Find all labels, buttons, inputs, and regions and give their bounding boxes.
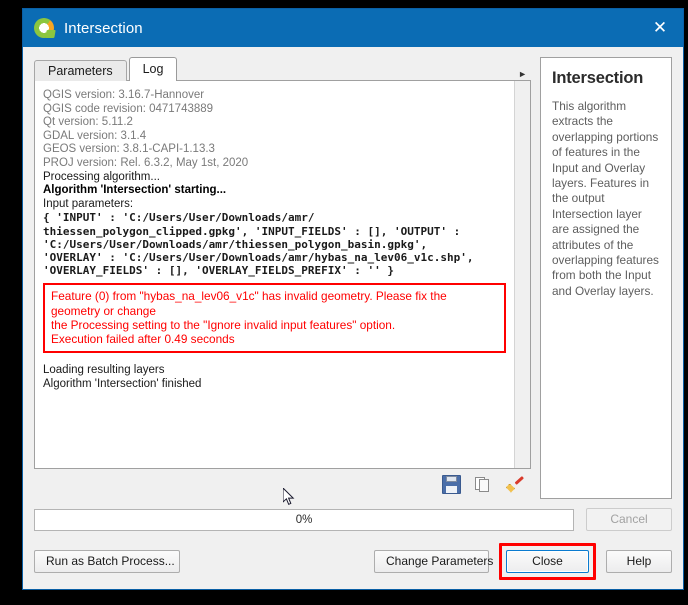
left-column: Parameters Log ► QGIS version: 3.16.7-Ha…	[34, 57, 531, 499]
help-description: This algorithm extracts the overlapping …	[552, 99, 661, 299]
error-message-box: Feature (0) from "hybas_na_lev06_v1c" ha…	[43, 283, 506, 353]
run-as-batch-process-button[interactable]: Run as Batch Process...	[34, 550, 180, 573]
log-parameter-line: thiessen_polygon_clipped.gpkg', 'INPUT_F…	[43, 225, 508, 238]
close-icon[interactable]: ✕	[637, 9, 683, 47]
log-scrollbar[interactable]	[514, 81, 530, 468]
log-panel: QGIS version: 3.16.7-Hannover QGIS code …	[34, 80, 531, 469]
close-button-highlight: Close	[499, 543, 596, 580]
log-parameter-line: 'C:/Users/User/Downloads/amr/thiessen_po…	[43, 238, 508, 251]
window-title: Intersection	[64, 20, 143, 37]
log-line: Qt version: 5.11.2	[43, 116, 508, 130]
log-line-input-parameters-label: Input parameters:	[43, 198, 508, 212]
error-line: Feature (0) from "hybas_na_lev06_v1c" ha…	[51, 289, 498, 317]
change-parameters-button[interactable]: Change Parameters	[374, 550, 489, 573]
intersection-dialog: Intersection ✕ Parameters Log ► QGIS ver…	[22, 8, 684, 590]
log-line: QGIS code revision: 0471743889	[43, 103, 508, 117]
screen: Intersection ✕ Parameters Log ► QGIS ver…	[0, 0, 688, 605]
button-bar: Run as Batch Process... Change Parameter…	[34, 543, 672, 580]
progress-row: 0% Cancel	[34, 508, 672, 531]
progress-value: 0%	[296, 514, 313, 526]
log-line-processing: Processing algorithm...	[43, 171, 508, 185]
expand-arrow-icon[interactable]: ►	[518, 70, 527, 79]
title-bar: Intersection ✕	[23, 9, 683, 47]
log-line: QGIS version: 3.16.7-Hannover	[43, 89, 508, 103]
close-button[interactable]: Close	[506, 550, 589, 573]
help-button[interactable]: Help	[606, 550, 672, 573]
dialog-body: Parameters Log ► QGIS version: 3.16.7-Ha…	[23, 47, 683, 589]
content-row: Parameters Log ► QGIS version: 3.16.7-Ha…	[34, 57, 672, 499]
log-line-algorithm-starting: Algorithm 'Intersection' starting...	[43, 184, 508, 198]
clear-log-icon[interactable]	[506, 476, 523, 493]
tab-bar: Parameters Log ►	[34, 57, 531, 81]
log-line-loading-layers: Loading resulting layers	[43, 364, 508, 378]
log-scrollbar-thumb[interactable]	[516, 81, 529, 468]
log-parameter-line: { 'INPUT' : 'C:/Users/User/Downloads/amr…	[43, 211, 508, 224]
copy-log-icon[interactable]	[475, 476, 492, 493]
help-title: Intersection	[552, 69, 661, 88]
cancel-button[interactable]: Cancel	[586, 508, 672, 531]
log-toolbar	[34, 469, 531, 499]
error-line: Execution failed after 0.49 seconds	[51, 332, 498, 346]
error-line: the Processing setting to the "Ignore in…	[51, 318, 498, 332]
log-line: GEOS version: 3.8.1-CAPI-1.13.3	[43, 143, 508, 157]
log-line-algorithm-finished: Algorithm 'Intersection' finished	[43, 378, 508, 392]
qgis-logo-icon	[33, 17, 55, 39]
tab-parameters[interactable]: Parameters	[34, 60, 127, 81]
log-parameter-line: 'OVERLAY' : 'C:/Users/User/Downloads/amr…	[43, 251, 508, 264]
log-line: PROJ version: Rel. 6.3.2, May 1st, 2020	[43, 157, 508, 171]
progress-bar: 0%	[34, 509, 574, 531]
tab-log[interactable]: Log	[129, 57, 178, 81]
log-content[interactable]: QGIS version: 3.16.7-Hannover QGIS code …	[35, 81, 514, 468]
log-parameter-line: 'OVERLAY_FIELDS' : [], 'OVERLAY_FIELDS_P…	[43, 264, 508, 277]
save-log-icon[interactable]	[442, 475, 461, 494]
log-line: GDAL version: 3.1.4	[43, 130, 508, 144]
help-panel: Intersection This algorithm extracts the…	[540, 57, 672, 499]
